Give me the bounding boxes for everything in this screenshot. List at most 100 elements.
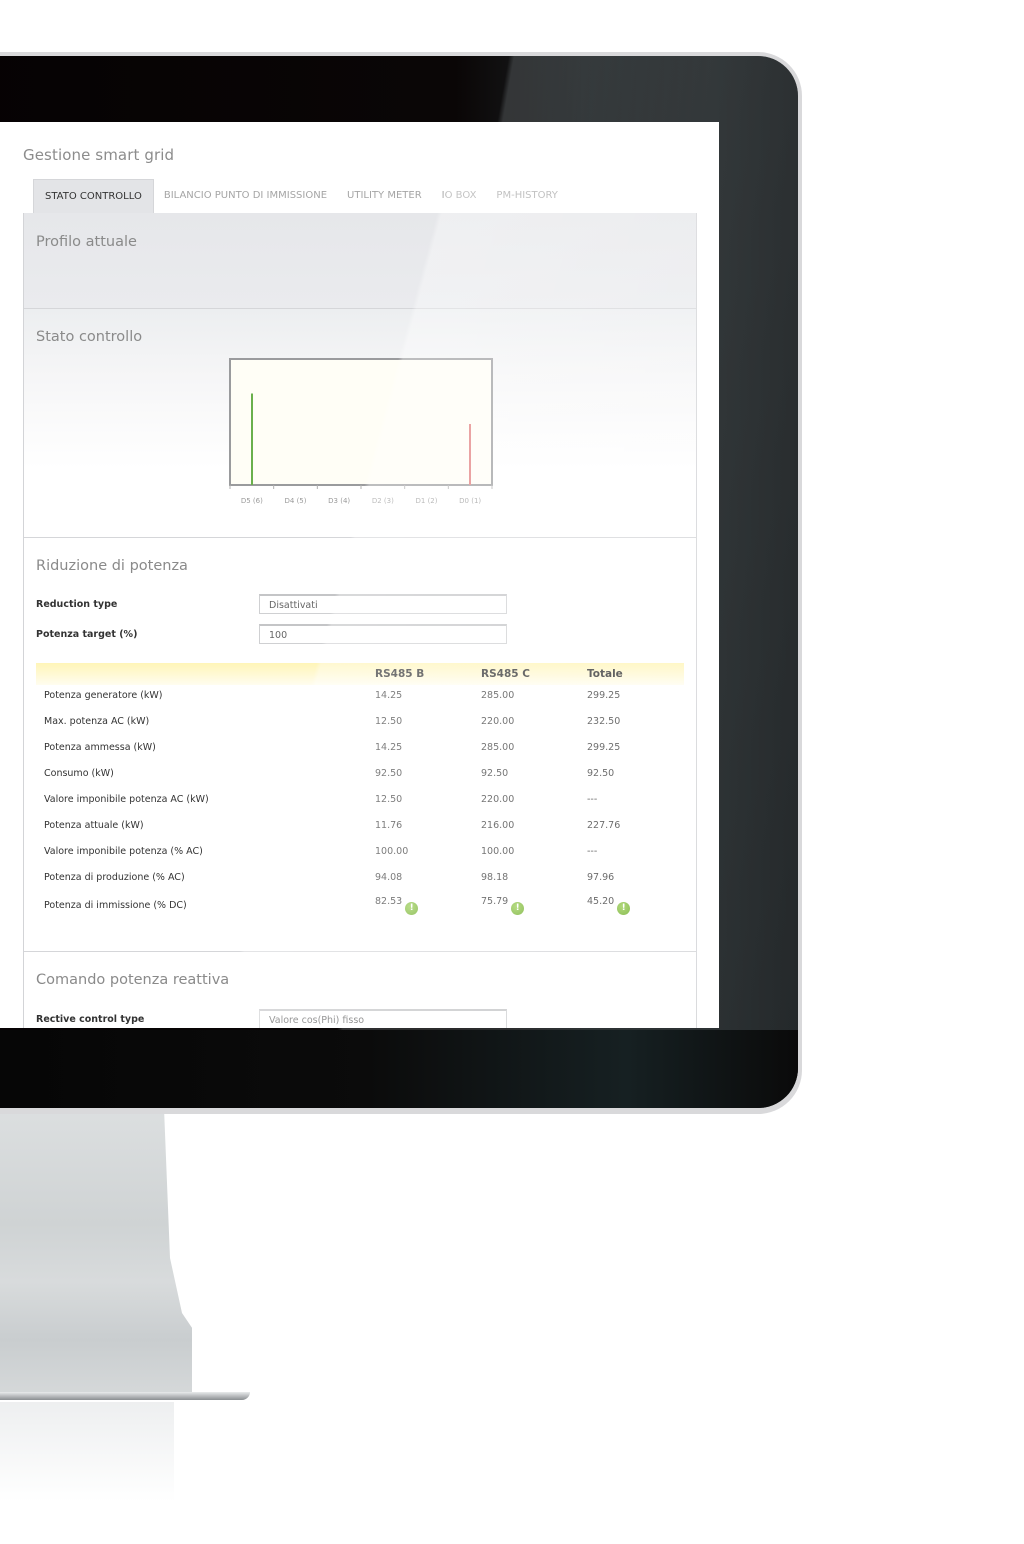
column-header-rs485-c: RS485 C [481, 668, 530, 680]
row-label: Potenza ammessa (kW) [44, 742, 156, 753]
value-rs485-c: 98.18 [481, 872, 508, 883]
info-icon[interactable]: ! [511, 902, 525, 915]
value-rs485-b: 12.50 [375, 716, 402, 727]
value-rs485-b: 12.50 [375, 794, 402, 805]
reduction-type-field[interactable]: Disattivati [259, 594, 507, 614]
monitor-stand-base [0, 1392, 250, 1400]
value-totale-text: 299.25 [587, 742, 621, 753]
table-row: Potenza di immissione (% DC) 82.53! 75.79!… [36, 896, 684, 926]
value-rs485-b: 82.53! [375, 896, 419, 915]
table-row: Potenza ammessa (kW) 14.25 285.00 299.25 [36, 742, 684, 768]
tab-pm-history[interactable]: PM-HISTORY [486, 179, 567, 213]
row-label: Max. potenza AC (kW) [44, 716, 149, 727]
value-rs485-c: 220.00 [481, 794, 514, 805]
table-row: Consumo (kW) 92.50 92.50 92.50 [36, 768, 684, 794]
table-row: Valore imponibile potenza (% AC) 100.00 10… [36, 846, 684, 872]
value-rs485-c: 216.00 [481, 820, 514, 831]
value-rs485-b-text: 14.25 [375, 742, 403, 753]
screen: Gestione smart grid STATO CONTROLLO BILA… [0, 122, 719, 1028]
chart-plot-area [229, 358, 493, 486]
value-rs485-b-text: 82.53 [375, 896, 403, 907]
content-panel: Profilo attuale Stato controllo D5 (6) D4… [23, 213, 697, 1028]
value-rs485-b: 14.25 [375, 690, 402, 701]
value-totale-text: --- [587, 794, 598, 805]
row-label: Potenza attuale (kW) [44, 820, 144, 831]
row-label: Valore imponibile potenza AC (kW) [44, 794, 209, 805]
tab-io-box[interactable]: IO BOX [432, 179, 487, 213]
value-rs485-c: 75.79! [481, 896, 525, 915]
value-rs485-b-text: 100.00 [375, 846, 409, 857]
value-rs485-b-text: 94.08 [375, 872, 403, 883]
section-stato-controllo: Stato controllo D5 (6) D4 (5) D3 (4) D2 (3)… [24, 309, 696, 538]
potenza-target-row: Potenza target (%) 100 [36, 624, 686, 646]
info-icon[interactable]: ! [617, 902, 631, 915]
value-rs485-b: 92.50 [375, 768, 402, 779]
value-totale-text: 232.50 [587, 716, 621, 727]
value-rs485-c-text: 285.00 [481, 742, 515, 753]
tab-bilancio-punto-di-immissione[interactable]: BILANCIO PUNTO DI IMMISSIONE [154, 179, 337, 213]
row-label-text: Potenza di produzione (% AC) [44, 872, 185, 883]
row-label-text: Valore imponibile potenza (% AC) [44, 846, 203, 857]
value-rs485-c-text: 216.00 [481, 820, 515, 831]
row-label: Potenza di produzione (% AC) [44, 872, 185, 883]
tab-utility-meter[interactable]: UTILITY METER [337, 179, 432, 213]
section-title: Stato controllo [36, 329, 143, 345]
page-title: Gestione smart grid [23, 146, 175, 164]
row-label: Consumo (kW) [44, 768, 114, 779]
value-rs485-c: 220.00 [481, 716, 514, 727]
table-row: Potenza attuale (kW) 11.76 216.00 227.76 [36, 820, 684, 846]
value-totale-text: 299.25 [587, 690, 621, 701]
table-row: Valore imponibile potenza AC (kW) 12.50 22… [36, 794, 684, 820]
row-label-text: Potenza ammessa (kW) [44, 742, 156, 753]
reactive-control-type-field[interactable]: Valore cos(Phi) fisso [259, 1009, 507, 1028]
row-label-text: Potenza di immissione (% DC) [44, 900, 187, 911]
value-rs485-b: 11.76 [375, 820, 402, 831]
tab-stato-controllo[interactable]: STATO CONTROLLO [33, 179, 154, 213]
value-rs485-c: 285.00 [481, 742, 514, 753]
potenza-target-label: Potenza target (%) [36, 629, 138, 640]
section-riduzione-di-potenza: Riduzione di potenza Reduction type Disa… [24, 538, 696, 952]
section-profilo-attuale: Profilo attuale [24, 213, 696, 309]
value-rs485-c: 92.50 [481, 768, 508, 779]
stand-reflection [0, 1402, 174, 1502]
value-rs485-c-text: 100.00 [481, 846, 515, 857]
value-totale: --- [587, 846, 597, 857]
value-rs485-c-text: 285.00 [481, 690, 515, 701]
value-totale-text: 92.50 [587, 768, 615, 779]
value-totale-text: 97.96 [587, 872, 615, 883]
value-totale: 227.76 [587, 820, 620, 831]
value-totale: 97.96 [587, 872, 614, 883]
row-label: Potenza di immissione (% DC) [44, 900, 187, 911]
info-icon[interactable]: ! [405, 902, 419, 915]
x-tick-label: D0 (1) [459, 497, 481, 505]
table-row: Max. potenza AC (kW) 12.50 220.00 232.50 [36, 716, 684, 742]
row-label-text: Max. potenza AC (kW) [44, 716, 150, 727]
row-label-text: Valore imponibile potenza AC (kW) [44, 794, 209, 805]
reduction-type-label: Reduction type [36, 599, 118, 610]
value-totale-text: --- [587, 846, 598, 857]
value-rs485-c-text: 220.00 [481, 794, 515, 805]
x-tick-label: D4 (5) [285, 497, 307, 505]
value-totale: 299.25 [587, 690, 620, 701]
monitor-stand [0, 1108, 192, 1398]
value-rs485-b-text: 14.25 [375, 690, 403, 701]
reduction-type-row: Reduction type Disattivati [36, 594, 686, 616]
reactive-control-type-row: Rective control type Valore cos(Phi) fis… [36, 1009, 686, 1028]
x-tick-label: D3 (4) [328, 497, 350, 505]
value-totale-text: 227.76 [587, 820, 621, 831]
table-header: RS485 B RS485 C Totale [36, 663, 684, 685]
value-rs485-b: 94.08 [375, 872, 402, 883]
value-totale: 232.50 [587, 716, 620, 727]
value-totale: 299.25 [587, 742, 620, 753]
value-totale-text: 45.20 [587, 896, 615, 907]
potenza-target-field[interactable]: 100 [259, 624, 507, 644]
x-tick-label: D1 (2) [416, 497, 438, 505]
row-label-text: Consumo (kW) [44, 768, 114, 779]
table-row: Potenza di produzione (% AC) 94.08 98.18 97… [36, 872, 684, 898]
x-tick-label: D2 (3) [372, 497, 394, 505]
control-state-chart: D5 (6) D4 (5) D3 (4) D2 (3) D1 (2) D0 (1) [229, 358, 493, 505]
row-label: Valore imponibile potenza (% AC) [44, 846, 203, 857]
value-rs485-c-text: 75.79 [481, 896, 509, 907]
value-rs485-c-text: 220.00 [481, 716, 515, 727]
section-title: Riduzione di potenza [36, 558, 188, 574]
